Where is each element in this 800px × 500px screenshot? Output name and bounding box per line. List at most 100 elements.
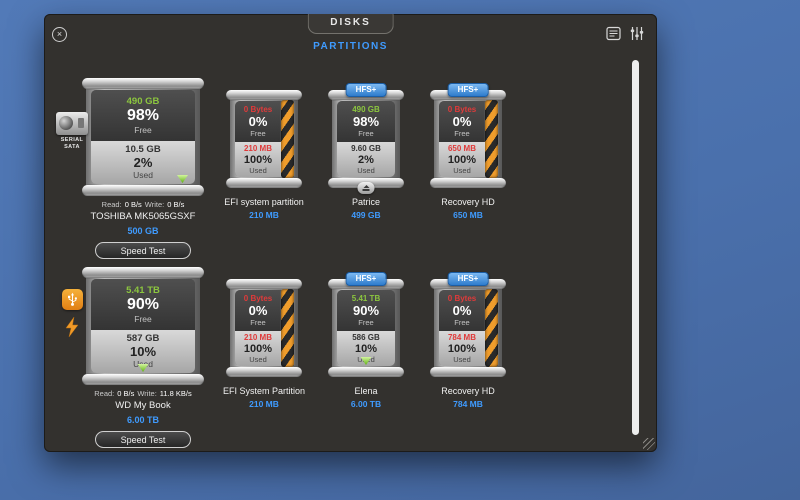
free-label: Free bbox=[358, 129, 373, 138]
free-label: Free bbox=[250, 318, 265, 327]
free-label: Free bbox=[358, 318, 373, 327]
capacity-gauge: 5.41 TB 90% Free 587 GB 10% Used bbox=[91, 279, 195, 373]
used-value: 586 GB bbox=[352, 333, 380, 343]
used-value: 784 MB bbox=[448, 333, 476, 343]
firewire-icon bbox=[65, 317, 79, 337]
used-label: Used bbox=[133, 170, 153, 180]
full-warning-stripes bbox=[281, 100, 294, 178]
free-percent: 90% bbox=[127, 296, 159, 314]
partition-module-recovery[interactable]: HFS+ 0 Bytes 0% Free 650 MB 100% bbox=[426, 78, 510, 220]
free-percent: 98% bbox=[127, 107, 159, 125]
resize-grip[interactable] bbox=[643, 438, 655, 450]
partition-module-efi[interactable]: 0 Bytes 0% Free 210 MB 100% Used bbox=[222, 267, 306, 409]
free-percent: 0% bbox=[453, 304, 472, 318]
filesystem-badge: HFS+ bbox=[346, 83, 387, 97]
partition-size: 499 GB bbox=[324, 210, 408, 220]
partition-size: 650 MB bbox=[426, 210, 510, 220]
scrollbar[interactable] bbox=[632, 60, 639, 435]
partitions-label: PARTITIONS bbox=[44, 41, 657, 52]
used-percent: 2% bbox=[134, 156, 153, 170]
used-value: 210 MB bbox=[244, 333, 272, 343]
close-icon[interactable]: × bbox=[52, 27, 67, 42]
partition-module-recovery[interactable]: HFS+ 0 Bytes 0% Free 784 MB 100% bbox=[426, 267, 510, 409]
full-warning-stripes bbox=[485, 100, 498, 178]
partition-module-elena[interactable]: HFS+ 5.41 TB 90% Free 586 GB 10% bbox=[324, 267, 408, 409]
usb-icon bbox=[62, 289, 83, 310]
io-stats: Read: 0 B/s Write: 11.8 KB/s bbox=[82, 389, 204, 398]
read-speed: 0 B/s bbox=[125, 200, 142, 209]
drive-capacity: 6.00 TB bbox=[82, 415, 204, 425]
drive-row-toshiba: SERIAL SATA 490 GB 98% Free 10.5 GB bbox=[58, 78, 510, 259]
write-speed: 11.8 KB/s bbox=[160, 389, 192, 398]
cylinder-bottom-rim bbox=[82, 185, 204, 196]
free-label: Free bbox=[250, 129, 265, 138]
full-warning-stripes bbox=[281, 289, 294, 367]
partition-size: 784 MB bbox=[426, 399, 510, 409]
partition-name: Recovery HD bbox=[426, 386, 510, 396]
drive-capacity: 500 GB bbox=[82, 226, 204, 236]
partition-size: 210 MB bbox=[222, 210, 306, 220]
filesystem-badge: HFS+ bbox=[346, 272, 387, 286]
free-percent: 98% bbox=[353, 115, 379, 129]
free-label: Free bbox=[454, 129, 469, 138]
drive-name: WD My Book bbox=[82, 400, 204, 411]
used-percent: 100% bbox=[448, 343, 476, 355]
bus-label: SERIAL SATA bbox=[56, 137, 88, 151]
used-percent: 2% bbox=[358, 154, 374, 166]
io-stats: Read: 0 B/s Write: 0 B/s bbox=[82, 200, 204, 209]
drive-name: TOSHIBA MK5065GSXF bbox=[82, 211, 204, 222]
partition-module-patrice[interactable]: HFS+ 490 GB 98% Free 9.60 GB 2% bbox=[324, 78, 408, 220]
free-label: Free bbox=[454, 318, 469, 327]
used-label: Used bbox=[453, 355, 471, 364]
app-window: × DISKS PARTITIONS bbox=[44, 14, 657, 452]
used-label: Used bbox=[357, 166, 375, 175]
report-icon[interactable] bbox=[606, 26, 621, 46]
internal-drive-icon bbox=[56, 112, 88, 135]
cylinder-top-rim bbox=[82, 78, 204, 89]
disk-cylinder[interactable]: 5.41 TB 90% Free 587 GB 10% Used bbox=[82, 267, 204, 385]
free-percent: 0% bbox=[249, 115, 268, 129]
free-value: 490 GB bbox=[127, 96, 160, 107]
full-warning-stripes bbox=[485, 289, 498, 367]
eject-button[interactable] bbox=[358, 182, 375, 194]
used-percent: 100% bbox=[244, 154, 272, 166]
sliders-icon[interactable] bbox=[630, 26, 644, 46]
used-label: Used bbox=[249, 355, 267, 364]
free-label: Free bbox=[134, 125, 151, 135]
used-value: 9.60 GB bbox=[351, 144, 381, 154]
cylinder-bottom-rim bbox=[82, 374, 204, 385]
filesystem-badge: HFS+ bbox=[448, 83, 489, 97]
partition-module-efi[interactable]: 0 Bytes 0% Free 210 MB 100% Used bbox=[222, 78, 306, 220]
partition-name: EFI System Partition bbox=[222, 386, 306, 396]
filesystem-badge: HFS+ bbox=[448, 272, 489, 286]
free-percent: 0% bbox=[453, 115, 472, 129]
capacity-gauge: 5.41 TB 90% Free 586 GB 10% Used bbox=[337, 290, 395, 366]
free-label: Free bbox=[134, 314, 151, 324]
disk-cylinder[interactable]: 490 GB 98% Free 10.5 GB 2% Used bbox=[82, 78, 204, 196]
speed-test-button[interactable]: Speed Test bbox=[95, 242, 191, 259]
used-percent: 100% bbox=[244, 343, 272, 355]
cylinder-top-rim bbox=[82, 267, 204, 278]
drive-module-toshiba[interactable]: SERIAL SATA 490 GB 98% Free 10.5 GB bbox=[58, 78, 204, 259]
free-value: 5.41 TB bbox=[126, 285, 160, 296]
used-label: Used bbox=[453, 166, 471, 175]
used-label: Used bbox=[249, 166, 267, 175]
partition-name: EFI system partition bbox=[222, 197, 306, 207]
used-value: 650 MB bbox=[448, 144, 476, 154]
usb-bus-indicator bbox=[56, 289, 88, 337]
used-percent: 10% bbox=[130, 345, 156, 359]
speed-test-button[interactable]: Speed Test bbox=[95, 431, 191, 448]
partition-size: 6.00 TB bbox=[324, 399, 408, 409]
sata-bus-indicator: SERIAL SATA bbox=[56, 112, 88, 151]
disk-grid: SERIAL SATA 490 GB 98% Free 10.5 GB bbox=[58, 78, 510, 456]
capacity-gauge: 490 GB 98% Free 9.60 GB 2% Used bbox=[337, 101, 395, 177]
write-speed: 0 B/s bbox=[167, 200, 184, 209]
partition-name: Patrice bbox=[324, 197, 408, 207]
free-percent: 90% bbox=[353, 304, 379, 318]
partition-name: Elena bbox=[324, 386, 408, 396]
tab-disks[interactable]: DISKS bbox=[307, 14, 394, 34]
used-percent: 100% bbox=[448, 154, 476, 166]
drive-module-wd[interactable]: 5.41 TB 90% Free 587 GB 10% Used bbox=[58, 267, 204, 448]
free-percent: 0% bbox=[249, 304, 268, 318]
used-value: 210 MB bbox=[244, 144, 272, 154]
